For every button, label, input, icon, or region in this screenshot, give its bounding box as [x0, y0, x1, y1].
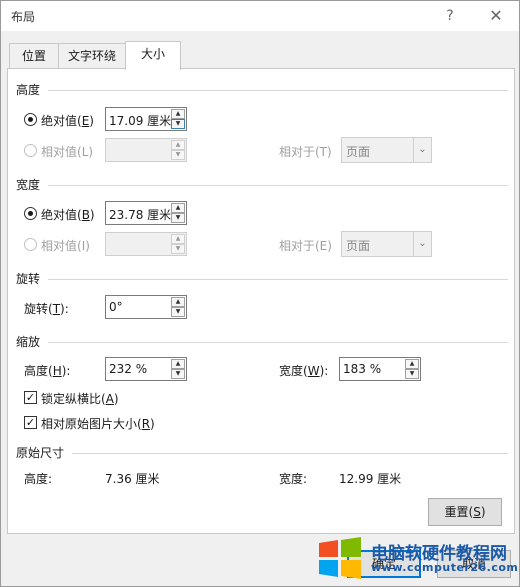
divider [48, 342, 508, 343]
scale-height-up-icon[interactable]: ▲ [171, 359, 185, 369]
rotation-down-icon[interactable]: ▼ [171, 307, 185, 317]
height-absolute-up-icon[interactable]: ▲ [171, 109, 185, 119]
relative-original-checkbox[interactable]: ✓ [24, 416, 37, 429]
divider [48, 185, 508, 186]
width-absolute-up-icon[interactable]: ▲ [171, 203, 185, 213]
tab-text-wrapping[interactable]: 文字环绕 [58, 43, 126, 69]
width-absolute-label: 绝对值(B) [41, 208, 95, 222]
title-bar: 布局 ? ✕ [1, 1, 519, 31]
height-relative-up-icon[interactable]: ▲ [171, 140, 185, 150]
width-absolute-down-icon[interactable]: ▼ [171, 213, 185, 223]
width-absolute-input[interactable]: 23.78 厘米 ▲ ▼ [105, 201, 187, 225]
width-relative-label: 相对值(I) [41, 239, 90, 253]
scale-height-down-icon[interactable]: ▼ [171, 369, 185, 379]
scale-width-up-icon[interactable]: ▲ [405, 359, 419, 369]
width-relative-radio[interactable] [24, 238, 37, 251]
lock-aspect-checkbox[interactable]: ✓ [24, 391, 37, 404]
height-absolute-input[interactable]: 17.09 厘米 ▲ ▼ [105, 107, 187, 131]
scale-height-input[interactable]: 232 % ▲ ▼ [105, 357, 187, 381]
scale-width-label: 宽度(W): [279, 364, 329, 378]
section-title-rotate: 旋转 [16, 272, 41, 286]
width-relative-up-icon[interactable]: ▲ [171, 234, 185, 244]
relative-original-label: 相对原始图片大小(R) [41, 417, 155, 431]
divider [72, 453, 508, 454]
height-absolute-label: 绝对值(E) [41, 114, 94, 128]
windows-logo-icon [319, 537, 361, 579]
tab-size[interactable]: 大小 [125, 41, 181, 70]
rotation-label: 旋转(T): [24, 302, 69, 316]
original-height-label: 高度: [24, 472, 53, 486]
original-width-label: 宽度: [279, 472, 308, 486]
rotation-value: 0° [109, 300, 123, 314]
width-relative-to-value: 页面 [346, 239, 371, 253]
section-title-original: 原始尺寸 [16, 446, 65, 460]
chevron-down-icon: ⌄ [413, 232, 431, 256]
lock-aspect-label: 锁定纵横比(A) [41, 392, 119, 406]
dialog-title: 布局 [11, 10, 36, 24]
width-relative-down-icon[interactable]: ▼ [171, 244, 185, 254]
height-relative-radio[interactable] [24, 144, 37, 157]
height-relative-to-label: 相对于(T) [279, 145, 332, 159]
height-relative-input[interactable]: ▲ ▼ [105, 138, 187, 162]
rotation-input[interactable]: 0° ▲ ▼ [105, 295, 187, 319]
height-absolute-value: 17.09 厘米 [109, 114, 172, 128]
watermark-url: www.computer26.com [371, 561, 519, 574]
height-absolute-radio[interactable] [24, 113, 37, 126]
original-height-value: 7.36 厘米 [105, 472, 160, 486]
scale-width-value: 183 % [343, 362, 382, 376]
tab-position[interactable]: 位置 [9, 43, 59, 69]
section-title-height: 高度 [16, 83, 41, 97]
height-relative-to-select[interactable]: 页面 ⌄ [341, 137, 432, 163]
rotation-up-icon[interactable]: ▲ [171, 297, 185, 307]
height-absolute-down-icon[interactable]: ▼ [171, 119, 185, 129]
reset-button[interactable]: 重置(S) [428, 498, 502, 526]
height-relative-label: 相对值(L) [41, 145, 94, 159]
scale-height-label: 高度(H): [24, 364, 71, 378]
help-button[interactable]: ? [437, 5, 463, 27]
original-width-value: 12.99 厘米 [339, 472, 402, 486]
chevron-down-icon: ⌄ [413, 138, 431, 162]
divider [48, 279, 508, 280]
scale-height-value: 232 % [109, 362, 148, 376]
scale-width-input[interactable]: 183 % ▲ ▼ [339, 357, 421, 381]
size-panel: 高度 绝对值(E) 17.09 厘米 ▲ ▼ 相对值(L) ▲ ▼ 相对于(T)… [7, 68, 515, 534]
section-title-width: 宽度 [16, 178, 41, 192]
divider [48, 90, 508, 91]
width-relative-input[interactable]: ▲ ▼ [105, 232, 187, 256]
scale-width-down-icon[interactable]: ▼ [405, 369, 419, 379]
width-absolute-value: 23.78 厘米 [109, 208, 172, 222]
height-relative-to-value: 页面 [346, 145, 371, 159]
height-relative-down-icon[interactable]: ▼ [171, 150, 185, 160]
section-title-scale: 缩放 [16, 335, 41, 349]
width-absolute-radio[interactable] [24, 207, 37, 220]
width-relative-to-label: 相对于(E) [279, 239, 332, 253]
width-relative-to-select[interactable]: 页面 ⌄ [341, 231, 432, 257]
close-button[interactable]: ✕ [483, 5, 509, 27]
layout-dialog: 布局 ? ✕ 位置 文字环绕 大小 高度 绝对值(E) 17.09 厘米 ▲ ▼… [0, 0, 520, 587]
